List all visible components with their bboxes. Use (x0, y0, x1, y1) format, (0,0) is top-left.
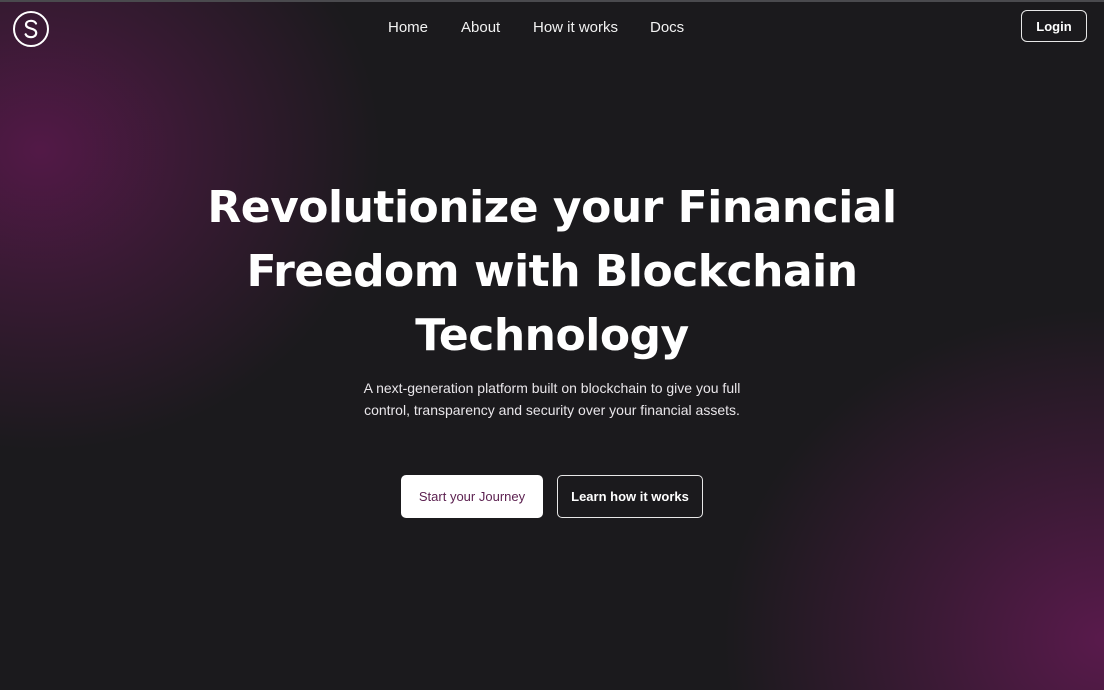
learn-how-it-works-button[interactable]: Learn how it works (557, 475, 703, 518)
hero-subtitle-line-2: control, transparency and security over … (364, 402, 740, 418)
login-button[interactable]: Login (1021, 10, 1087, 42)
nav-about-link[interactable]: About (461, 17, 500, 39)
start-journey-button[interactable]: Start your Journey (401, 475, 543, 518)
hero-title-line-3: Technology (415, 310, 689, 361)
hero-subtitle-line-1: A next-generation platform built on bloc… (363, 380, 741, 396)
top-border (0, 0, 1104, 2)
nav-docs-link[interactable]: Docs (650, 17, 684, 39)
nav-how-it-works-link[interactable]: How it works (533, 17, 618, 39)
hero-title: Revolutionize your Financial Freedom wit… (152, 176, 952, 368)
nav-home-link[interactable]: Home (388, 17, 428, 39)
main-nav: Home About How it works Docs (0, 17, 1104, 39)
hero-title-line-1: Revolutionize your Financial (207, 182, 897, 233)
hero-title-line-2: Freedom with Blockchain (246, 246, 858, 297)
hero-subtitle: A next-generation platform built on bloc… (312, 377, 792, 421)
